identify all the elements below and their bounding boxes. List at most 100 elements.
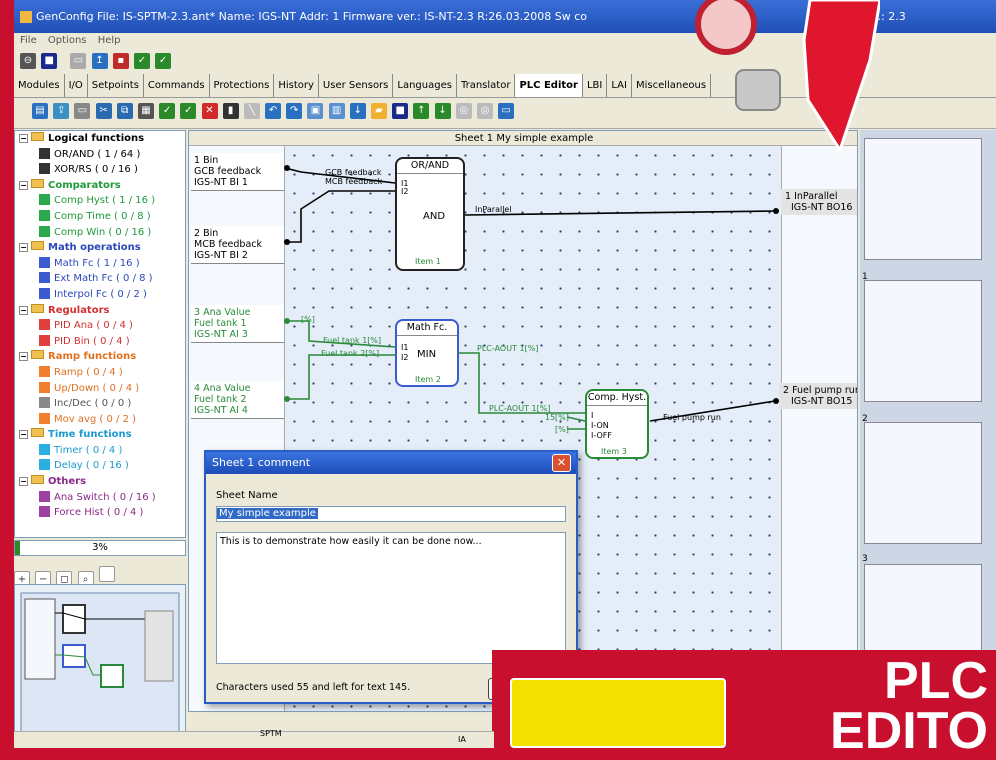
print-sheet-icon[interactable]: ▭ [74, 103, 91, 119]
block-math-fc-in1: I1 [401, 343, 409, 352]
download-icon[interactable]: ↓ [349, 103, 366, 119]
tab-io[interactable]: I/O [65, 74, 88, 97]
tree-group[interactable]: − Math operations [15, 240, 185, 256]
move-up-icon[interactable]: ↑ [413, 103, 430, 119]
tree-item[interactable]: OR/AND ( 1 / 64 ) [15, 147, 185, 163]
tab-history[interactable]: History [274, 74, 319, 97]
tab-languages[interactable]: Languages [393, 74, 457, 97]
modules-icon[interactable]: ▪ [112, 53, 129, 69]
wire-label-fuel2: Fuel tank 2[%] [321, 349, 380, 358]
thumbnail-2[interactable] [864, 280, 982, 402]
menu-options[interactable]: Options [48, 35, 87, 46]
thumbnail-3[interactable] [864, 422, 982, 544]
expand-toggle-icon[interactable]: − [19, 180, 28, 190]
save-icon[interactable]: ■ [41, 53, 58, 69]
expand-toggle-icon[interactable]: − [19, 430, 28, 440]
tree-item[interactable]: Delay ( 0 / 16 ) [15, 458, 185, 474]
tab-setpoints[interactable]: Setpoints [88, 74, 144, 97]
thumbnail-1[interactable] [864, 138, 982, 260]
tree-group[interactable]: − Logical functions [15, 131, 185, 147]
tree-group[interactable]: − Ramp functions [15, 349, 185, 365]
zoom-icon[interactable]: ◎ [455, 103, 472, 119]
tree-item[interactable]: Math Fc ( 1 / 16 ) [15, 256, 185, 272]
undo-icon[interactable]: ↶ [265, 103, 282, 119]
zoom-check-icon[interactable] [98, 566, 115, 582]
usage-progress-bar: 3% [14, 540, 186, 556]
block-comp-hyst-item: Item 3 [601, 447, 627, 456]
tree-item[interactable]: XOR/RS ( 0 / 16 ) [15, 162, 185, 178]
trash-icon[interactable]: ▮ [222, 103, 239, 119]
tree-group[interactable]: − Time functions [15, 427, 185, 443]
tree-item[interactable]: PID Bin ( 0 / 4 ) [15, 334, 185, 350]
block-math-fc[interactable]: Math Fc. I1 I2 MIN Item 2 [395, 319, 459, 387]
tab-protections[interactable]: Protections [210, 74, 275, 97]
open-folder-icon[interactable]: ▰ [371, 103, 387, 119]
zoom-out-icon[interactable]: ◎ [476, 103, 493, 119]
block-comp-hyst[interactable]: Comp. Hyst. I I-ON I-OFF Item 3 [585, 389, 649, 459]
block-or-and[interactable]: OR/AND I1 I2 AND Item 1 [395, 157, 465, 271]
tree-item[interactable]: Ramp ( 0 / 4 ) [15, 365, 185, 381]
tree-item[interactable]: Mov avg ( 0 / 2 ) [15, 412, 185, 428]
check-all-icon[interactable]: ✓ [155, 53, 172, 69]
tree-label: Mov avg ( 0 / 2 ) [54, 413, 137, 425]
tab-lai[interactable]: LAI [607, 74, 632, 97]
expand-toggle-icon[interactable]: − [19, 352, 28, 362]
save-sheet-icon[interactable]: ■ [392, 103, 409, 119]
promo-banner: PLC EDITO [492, 650, 996, 757]
dialog-close-button[interactable]: ✕ [552, 454, 571, 472]
expand-toggle-icon[interactable]: − [19, 243, 28, 253]
sheet-name-input[interactable]: My simple example [216, 506, 566, 522]
validate-icon[interactable]: ✓ [159, 103, 176, 119]
move-down-icon[interactable]: ↓ [434, 103, 451, 119]
export-icon[interactable]: ⇪ [53, 103, 70, 119]
expand-toggle-icon[interactable]: − [19, 305, 28, 315]
tab-translator[interactable]: Translator [457, 74, 516, 97]
overview-minimap[interactable] [14, 584, 186, 742]
open-icon[interactable]: ⊖ [20, 53, 36, 69]
block-tree: − Logical functions OR/AND ( 1 / 64 ) XOR/R… [14, 130, 186, 538]
cut-icon[interactable]: ✂ [95, 103, 112, 119]
wire-node-fuel2 [284, 396, 290, 402]
tree-group[interactable]: − Regulators [15, 303, 185, 319]
tree-item[interactable]: Comp Time ( 0 / 8 ) [15, 209, 185, 225]
tree-item[interactable]: Comp Win ( 0 / 16 ) [15, 225, 185, 241]
redo-icon[interactable]: ↷ [286, 103, 303, 119]
wire-icon[interactable]: ╲ [243, 103, 260, 119]
upload-icon[interactable]: ↥ [91, 53, 108, 69]
sheet-name-value: My simple example [217, 508, 318, 519]
validate-all-icon[interactable]: ✓ [180, 103, 197, 119]
tab-lbi[interactable]: LBI [583, 74, 608, 97]
copy-icon[interactable]: ⧉ [116, 103, 133, 119]
tree-group[interactable]: − Comparators [15, 178, 185, 194]
window-icon[interactable]: ▭ [498, 103, 515, 119]
tree-label: PID Ana ( 0 / 4 ) [54, 320, 133, 332]
tree-item[interactable]: Inc/Dec ( 0 / 0 ) [15, 396, 185, 412]
tree-item[interactable]: PID Ana ( 0 / 4 ) [15, 318, 185, 334]
check-icon[interactable]: ✓ [133, 53, 150, 69]
tree-item[interactable]: Comp Hyst ( 1 / 16 ) [15, 193, 185, 209]
menu-file[interactable]: File [20, 35, 37, 46]
wire-label-pct-3: [%] [555, 425, 569, 434]
tree-item[interactable]: Ana Switch ( 0 / 16 ) [15, 490, 185, 506]
sheet-props-icon[interactable]: ▥ [328, 103, 345, 119]
comment-textarea[interactable]: This is to demonstrate how easily it can… [216, 532, 566, 664]
tree-label: Inc/Dec ( 0 / 0 ) [54, 398, 132, 410]
tree-item[interactable]: Timer ( 0 / 4 ) [15, 443, 185, 459]
tab-commands[interactable]: Commands [144, 74, 210, 97]
expand-toggle-icon[interactable]: − [19, 477, 28, 487]
new-sheet-icon[interactable]: ▤ [32, 103, 48, 119]
delete-icon[interactable]: ✕ [201, 103, 218, 119]
tab-modules[interactable]: Modules [14, 74, 65, 97]
tab-user-sensors[interactable]: User Sensors [319, 74, 394, 97]
tree-group[interactable]: − Others [15, 474, 185, 490]
tree-item[interactable]: Up/Down ( 0 / 4 ) [15, 381, 185, 397]
tree-item[interactable]: Interpol Fc ( 0 / 2 ) [15, 287, 185, 303]
copy-sheet-icon[interactable]: ▣ [307, 103, 324, 119]
expand-toggle-icon[interactable]: − [19, 134, 28, 143]
paste-icon[interactable]: ▦ [137, 103, 154, 119]
tab-plc-editor[interactable]: PLC Editor [515, 74, 583, 97]
print-icon[interactable]: ▭ [70, 53, 87, 69]
tree-item[interactable]: Force Hist ( 0 / 4 ) [15, 505, 185, 521]
menu-help[interactable]: Help [98, 35, 121, 46]
tree-item[interactable]: Ext Math Fc ( 0 / 8 ) [15, 271, 185, 287]
